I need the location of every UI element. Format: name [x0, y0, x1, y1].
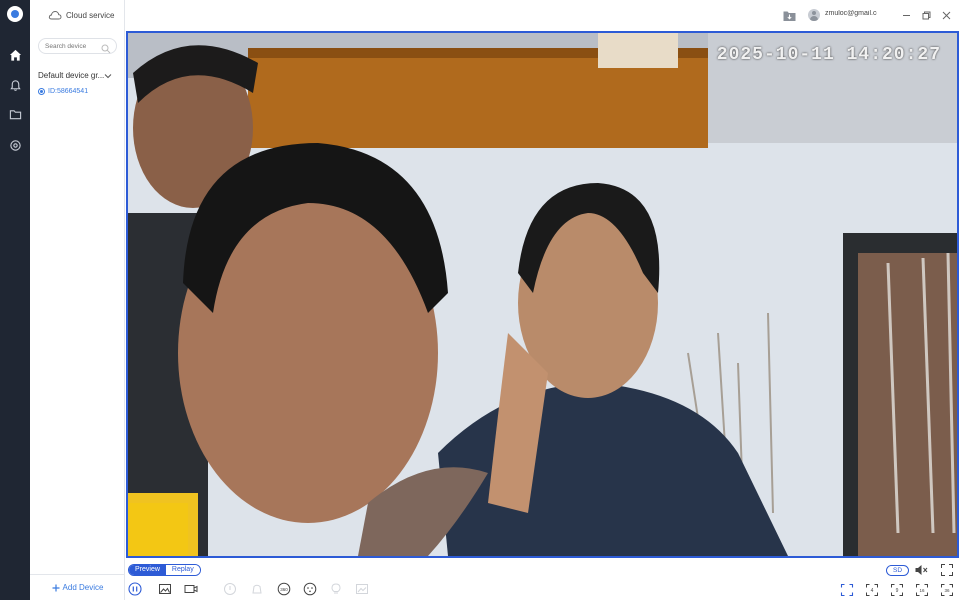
record-icon[interactable]: [184, 582, 198, 596]
camera-video-feed[interactable]: 2025-10-11 14:20:27: [126, 31, 959, 558]
layout-9-icon[interactable]: 9: [890, 583, 904, 597]
snapshot-icon[interactable]: [158, 582, 172, 596]
device-id-label: ID:58664541: [48, 88, 89, 95]
layout-16-icon[interactable]: 16: [915, 583, 929, 597]
chevron-down-icon: [104, 73, 112, 78]
gallery-icon[interactable]: [355, 582, 369, 596]
avatar[interactable]: [808, 9, 820, 21]
device-group-item[interactable]: Default device gr...: [38, 71, 118, 80]
bell-icon[interactable]: [7, 77, 23, 93]
svg-text:360: 360: [280, 587, 288, 592]
app-logo-icon: [7, 6, 23, 22]
home-icon[interactable]: [7, 47, 23, 63]
stream-quality-button[interactable]: SD: [886, 565, 910, 576]
svg-text:9: 9: [896, 588, 899, 594]
cloud-icon: [48, 11, 62, 20]
layout-4-icon[interactable]: 4: [865, 583, 879, 597]
close-icon[interactable]: [940, 9, 952, 21]
add-device-button[interactable]: Add Device: [30, 574, 125, 600]
title-bar: zmuloc@gmail.co: [125, 0, 960, 30]
user-email[interactable]: zmuloc@gmail.co: [825, 10, 877, 17]
device-item[interactable]: ID:58664541: [38, 88, 88, 95]
search-icon[interactable]: [101, 41, 111, 59]
device-sidebar: Cloud service Default device gr... ID:58…: [30, 0, 125, 600]
alarm-icon[interactable]: [250, 582, 264, 596]
tab-preview[interactable]: Preview: [129, 565, 166, 575]
svg-text:36: 36: [944, 588, 950, 593]
device-group-label: Default device gr...: [38, 71, 104, 80]
add-device-label: Add Device: [62, 583, 104, 592]
mute-icon[interactable]: [914, 563, 928, 577]
light-icon[interactable]: [329, 582, 343, 596]
cloud-service-link[interactable]: Cloud service: [48, 8, 114, 22]
camera-image: [128, 33, 957, 556]
device-status-icon: [38, 88, 45, 95]
view-mode-tabs: Preview Replay: [128, 564, 201, 576]
app-rail: [0, 0, 30, 600]
cloud-service-label: Cloud service: [66, 10, 115, 20]
face-icon[interactable]: [303, 582, 317, 596]
plus-icon: [52, 584, 60, 591]
pause-icon[interactable]: [128, 582, 142, 596]
video-timestamp: 2025-10-11 14:20:27: [716, 45, 941, 65]
settings-icon[interactable]: [7, 137, 23, 153]
tab-replay[interactable]: Replay: [165, 565, 200, 575]
svg-text:4: 4: [871, 588, 874, 594]
fullscreen-icon[interactable]: [940, 563, 954, 577]
talk-icon[interactable]: [223, 582, 237, 596]
folder-icon[interactable]: [7, 106, 23, 122]
restore-icon[interactable]: [920, 9, 932, 21]
ptz-360-icon[interactable]: 360: [277, 582, 291, 596]
minimize-icon[interactable]: [900, 9, 912, 21]
svg-text:16: 16: [919, 588, 925, 593]
layout-1-icon[interactable]: [840, 583, 854, 597]
downloads-folder-icon[interactable]: [783, 9, 796, 27]
layout-36-icon[interactable]: 36: [940, 583, 954, 597]
